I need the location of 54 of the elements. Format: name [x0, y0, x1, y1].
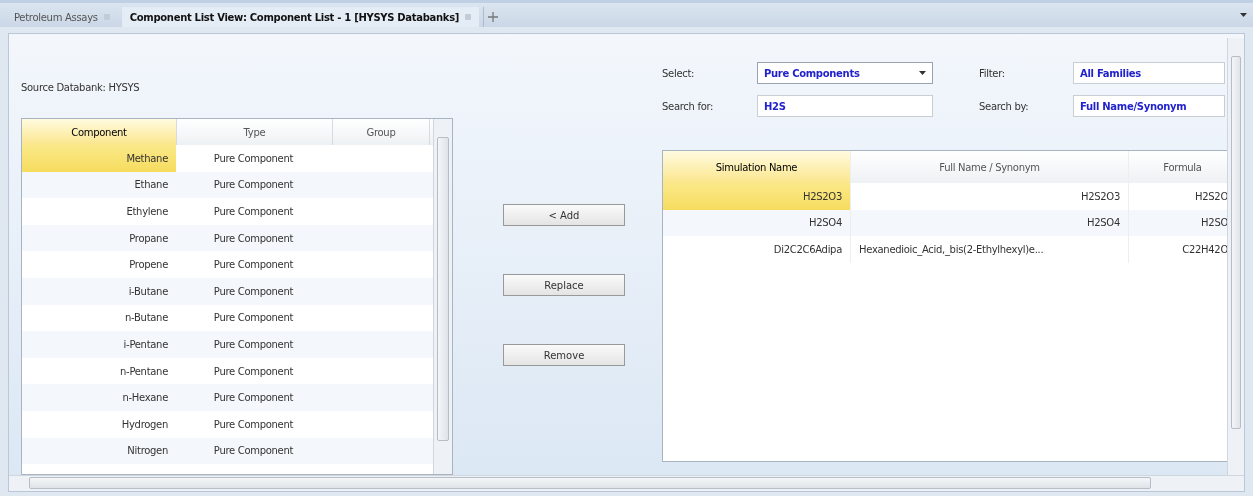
table-cell-text: Pure Component	[212, 179, 295, 191]
table-cell[interactable]: Propane	[22, 224, 176, 252]
table-cell[interactable]: Di2C2C6Adipa	[663, 236, 851, 263]
table-cell: H2SO4	[851, 209, 1129, 237]
table-cell: Hexanedioic_Acid,_bis(2-Ethylhexyl)e...	[851, 236, 1129, 263]
table-cell-text: Pure Component	[212, 152, 295, 164]
field-label: Search for:	[662, 100, 715, 112]
table-cell-text: Pure Component	[212, 232, 295, 244]
select-dropdown[interactable]: Pure Components	[757, 62, 933, 84]
column-header[interactable]: Full Name / Synonym	[851, 151, 1129, 183]
document-tab[interactable]: Component List View: Component List - 1 [HYSYS Databanks]	[121, 7, 480, 27]
table-cell[interactable]: i-Pentane	[22, 331, 176, 358]
table-cell-text: Pure Component	[212, 312, 295, 324]
dropdown-arrow-icon[interactable]	[1240, 13, 1247, 17]
table-cell-text: Pure Component	[212, 392, 295, 404]
field-label: Select:	[662, 67, 696, 79]
action-button[interactable]: Replace	[503, 274, 625, 296]
action-button[interactable]: Remove	[503, 344, 625, 366]
table-cell[interactable]: H2SO4	[663, 209, 851, 237]
table-cell-text: Pure Component	[212, 285, 295, 297]
field-label: Search by:	[979, 100, 1030, 112]
table-cell-text: Pure Component	[212, 365, 295, 377]
table-cell-text: Pure Component	[212, 418, 295, 430]
search-by-field[interactable]: Full Name/Synonym	[1073, 95, 1225, 117]
source-label: Source Databank: HYSYS	[21, 82, 141, 95]
table-cell[interactable]: i-Butane	[22, 277, 176, 305]
table-cell[interactable]: Hydrogen	[22, 410, 176, 438]
table-cell: H2S2O3	[851, 183, 1129, 210]
table-cell[interactable]: n-Butane	[22, 304, 176, 332]
table-cell-text: Pure Component	[212, 259, 295, 271]
table-cell[interactable]: Ethane	[22, 171, 176, 199]
document-tab[interactable]: Petroleum Assays	[6, 7, 118, 27]
table-cell[interactable]: n-Hexane	[22, 384, 176, 411]
table-cell[interactable]: Propene	[22, 251, 176, 278]
table-cell[interactable]: H2S2O3	[663, 183, 851, 210]
column-header[interactable]: Component	[22, 119, 177, 145]
table-cell[interactable]: Nitrogen	[22, 437, 176, 465]
scrollbar[interactable]	[9, 475, 1244, 491]
scrollbar[interactable]	[433, 119, 452, 474]
table-cell[interactable]: Methane	[22, 145, 176, 172]
table-cell-text: Pure Component	[212, 445, 295, 457]
filter-field[interactable]: All Families	[1073, 62, 1225, 84]
field-label: Filter:	[979, 67, 1006, 79]
column-header[interactable]: Simulation Name	[663, 151, 851, 183]
column-header[interactable]: Group	[333, 119, 430, 145]
table-cell-text: Pure Component	[212, 338, 295, 350]
table-cell[interactable]: n-Pentane	[22, 357, 176, 385]
search-field[interactable]: H2S	[757, 95, 933, 117]
scrollbar[interactable]	[1227, 38, 1244, 475]
caret-icon	[919, 71, 926, 75]
column-header[interactable]: Type	[177, 119, 333, 145]
action-button[interactable]: < Add	[503, 204, 625, 226]
table-cell-text: Pure Component	[212, 206, 295, 217]
table-cell[interactable]: Ethylene	[22, 198, 176, 225]
